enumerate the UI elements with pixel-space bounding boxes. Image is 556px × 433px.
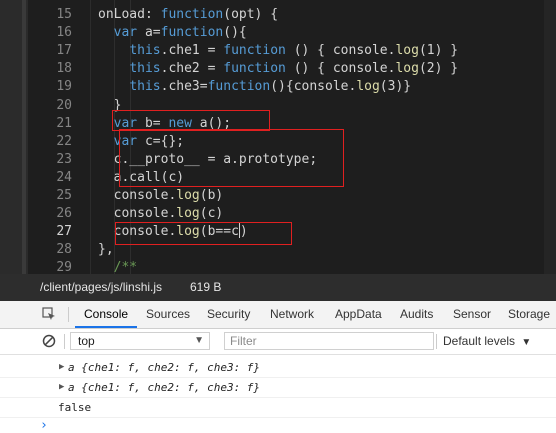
chevron-down-icon: ▼	[521, 337, 532, 348]
line-number[interactable]: 26	[28, 205, 72, 223]
chevron-down-icon: ▼	[194, 335, 204, 346]
highlight-box-new-a	[112, 110, 270, 131]
line-number[interactable]: 15	[28, 6, 72, 24]
line-number[interactable]: 21	[28, 115, 72, 133]
code-text: console.log(b)	[98, 188, 224, 203]
tab-security[interactable]: Security	[207, 301, 250, 328]
line-number[interactable]: 27	[28, 223, 72, 241]
highlight-box-manual-construct	[119, 129, 344, 187]
code-text: /**	[113, 260, 138, 274]
console-message[interactable]: ▶ a {che1: f, che2: f, che3: f}	[0, 358, 556, 378]
line-number[interactable]: 17	[28, 42, 72, 60]
filter-input[interactable]	[224, 332, 434, 350]
code-text: this.che2 = function () { console.log(2)…	[129, 61, 459, 77]
code-line[interactable]: 26 console.log(c)	[0, 205, 556, 223]
line-number[interactable]: 19	[28, 78, 72, 96]
console-message-text: a {che1: f, che2: f, che3: f}	[68, 381, 261, 394]
line-number[interactable]: 24	[28, 169, 72, 187]
code-text: console.log(c)	[98, 206, 224, 222]
line-number[interactable]: 23	[28, 151, 72, 169]
context-selector-value: top	[78, 334, 95, 348]
code-text: this.che1 = function () { console.log(1)…	[129, 43, 459, 59]
tab-console[interactable]: Console	[84, 301, 128, 328]
file-path[interactable]: /client/pages/js/linshi.js	[40, 274, 162, 301]
code-text: this.che3=function(){console.log(3)}	[129, 79, 412, 95]
code-line[interactable]: 20 }	[0, 97, 556, 115]
log-levels-dropdown[interactable]: Default levels ▼	[443, 329, 531, 354]
inspect-element-icon[interactable]	[42, 307, 56, 321]
tab-audits[interactable]: Audits	[400, 301, 433, 328]
tab-network[interactable]: Network	[270, 301, 314, 328]
line-number[interactable]: 25	[28, 187, 72, 205]
line-number[interactable]: 18	[28, 60, 72, 78]
active-tab-indicator	[75, 326, 137, 328]
code-line[interactable]: 18 this.che2 = function () { console.log…	[0, 60, 556, 78]
tab-storage[interactable]: Storage	[508, 301, 550, 328]
code-text: var a=function(){	[113, 25, 247, 41]
line-number[interactable]: 29	[28, 259, 72, 274]
line-number[interactable]: 16	[28, 24, 72, 42]
devtools-tab-bar: Console Sources Security Network AppData…	[0, 301, 556, 329]
log-levels-label: Default levels	[443, 334, 516, 348]
line-number[interactable]: 22	[28, 133, 72, 151]
console-toolbar: top ▼ Default levels ▼	[0, 329, 556, 355]
tab-sensor[interactable]: Sensor	[453, 301, 491, 328]
file-size: 619 B	[190, 280, 222, 294]
code-text: },	[98, 242, 114, 258]
console-message[interactable]: ▶ a {che1: f, che2: f, che3: f}	[0, 378, 556, 398]
console-output: ▶ a {che1: f, che2: f, che3: f} ▶ a {che…	[0, 355, 556, 433]
line-number[interactable]: 20	[28, 97, 72, 115]
tab-sources[interactable]: Sources	[146, 301, 190, 328]
line-number[interactable]: 28	[28, 241, 72, 259]
context-selector[interactable]: top ▼	[70, 332, 210, 350]
file-info-bar: /client/pages/js/linshi.js 619 B	[0, 274, 556, 301]
highlight-box-compare	[115, 222, 292, 245]
code-line[interactable]: 16 var a=function(){	[0, 24, 556, 42]
code-line[interactable]: 17 this.che1 = function () { console.log…	[0, 42, 556, 60]
expand-triangle-icon[interactable]: ▶	[59, 358, 64, 377]
console-message-text: a {che1: f, che2: f, che3: f}	[68, 361, 261, 374]
console-message-text: false	[58, 401, 92, 414]
code-editor[interactable]: 15 onLoad: function(opt) { 16 var a=functi…	[0, 0, 556, 274]
code-line[interactable]: 25 console.log(b)	[0, 187, 556, 205]
code-line[interactable]: 15 onLoad: function(opt) {	[0, 6, 556, 24]
prompt-chevron-icon[interactable]: ›	[40, 418, 48, 433]
console-message: false	[0, 398, 556, 418]
tab-appdata[interactable]: AppData	[335, 301, 382, 328]
code-line[interactable]: 29 /**	[0, 259, 556, 274]
code-line[interactable]: 19 this.che3=function(){console.log(3)}	[0, 78, 556, 96]
code-text: onLoad: function(opt) {	[98, 7, 279, 22]
expand-triangle-icon[interactable]: ▶	[59, 378, 64, 397]
clear-console-icon[interactable]	[42, 334, 56, 348]
